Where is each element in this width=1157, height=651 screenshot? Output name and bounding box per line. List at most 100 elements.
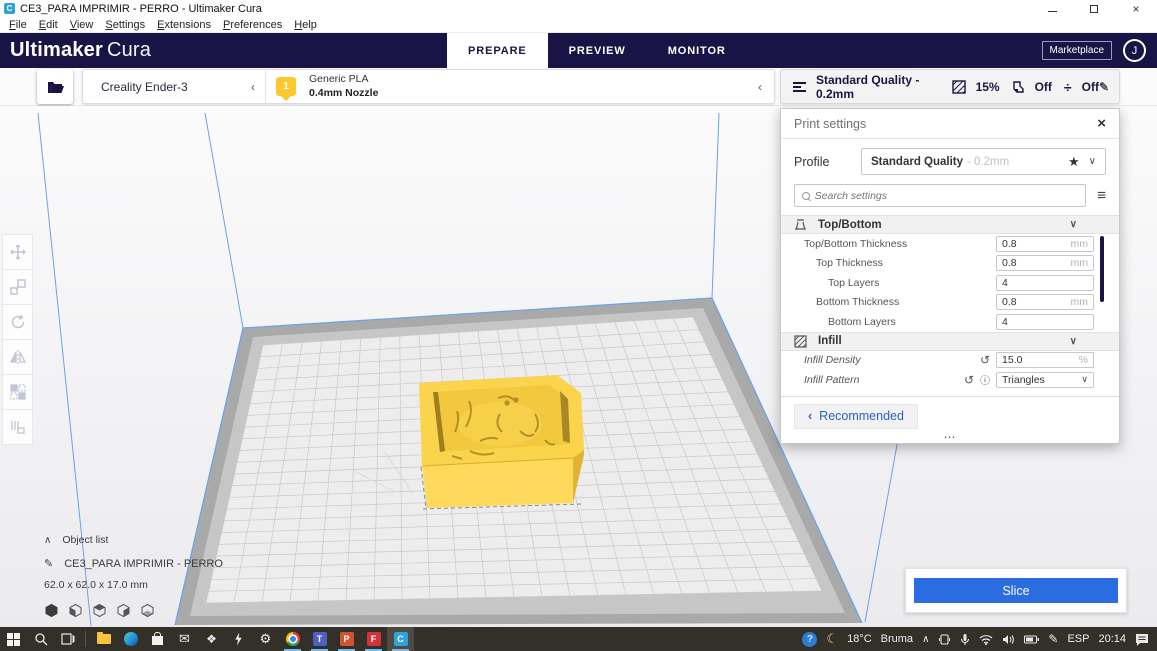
menu-item-preferences[interactable]: Preferences	[217, 19, 288, 31]
settings-scrollbar[interactable]	[1100, 236, 1104, 302]
tab-prepare[interactable]: PREPARE	[447, 33, 548, 68]
object-list-toggle[interactable]: ∧ Object list	[44, 534, 223, 546]
section-title: Infill	[818, 335, 842, 347]
setting-input[interactable]: 4	[996, 313, 1094, 330]
volume-icon[interactable]	[1002, 634, 1015, 645]
wifi-icon[interactable]	[979, 634, 993, 645]
tray-weather-condition[interactable]: Bruma	[881, 633, 913, 645]
move-tool-button[interactable]	[2, 234, 33, 270]
rotate-icon	[11, 314, 24, 329]
tab-monitor[interactable]: MONITOR	[647, 33, 747, 68]
setting-label: Top Thickness	[816, 257, 883, 270]
reset-icon[interactable]: ↺	[964, 373, 974, 387]
teams-button[interactable]: T	[306, 627, 333, 651]
minimize-button[interactable]	[1031, 0, 1073, 17]
chevron-down-icon: ∨	[1069, 219, 1077, 230]
account-avatar[interactable]: J	[1123, 39, 1146, 62]
battery-icon[interactable]	[1024, 635, 1040, 644]
support-blocker-button[interactable]	[2, 409, 33, 445]
profile-dropdown[interactable]: Standard Quality - 0.2mm ★ ∨	[861, 148, 1106, 175]
setting-dropdown[interactable]: Triangles ∨	[996, 371, 1094, 388]
chrome-button[interactable]	[279, 627, 306, 651]
start-button[interactable]	[0, 627, 27, 651]
settings-button[interactable]: ⚙	[252, 627, 279, 651]
window-title: CE3_PARA IMPRIMIR - PERRO - Ultimaker Cu…	[20, 2, 262, 15]
reset-icon[interactable]: ↺	[980, 353, 990, 367]
view-left-button[interactable]	[116, 603, 131, 618]
weather-moon-icon[interactable]: ☾	[826, 631, 838, 647]
taskbar-search-button[interactable]	[27, 627, 54, 651]
settings-search-box[interactable]	[794, 184, 1087, 207]
help-tray-icon[interactable]: ?	[802, 631, 818, 647]
object-list-item[interactable]: ✎ CE3_PARA IMPRIMIR - PERRO	[44, 557, 223, 571]
setting-input[interactable]: 0.8 mm	[996, 294, 1094, 311]
tray-temperature[interactable]: 18°C	[847, 633, 872, 645]
menu-item-view[interactable]: View	[64, 19, 100, 31]
tray-expand-icon[interactable]: ∧	[922, 634, 929, 645]
print-settings-title: Print settings	[794, 116, 867, 131]
view-right-button[interactable]	[140, 603, 155, 618]
setting-input[interactable]: 15.0%	[996, 352, 1094, 369]
scale-tool-button[interactable]	[2, 269, 33, 305]
f-app-button[interactable]: F	[360, 627, 387, 651]
language-indicator[interactable]: ESP	[1067, 633, 1089, 645]
menu-item-file[interactable]: File	[3, 19, 33, 31]
task-view-button[interactable]	[54, 627, 81, 651]
maximize-button[interactable]	[1073, 0, 1115, 17]
section-infill[interactable]: Infill ∨	[781, 331, 1119, 351]
printer-selector[interactable]: Creality Ender-3 ‹	[83, 70, 266, 103]
microphone-icon[interactable]	[960, 633, 970, 646]
app-header: Ultimaker Cura PREPARE PREVIEW MONITOR Ma…	[0, 33, 1157, 68]
section-top-bottom[interactable]: Top/Bottom ∨	[781, 215, 1119, 234]
print-setup-summary[interactable]: Standard Quality - 0.2mm 15% Off ÷ Off ✎	[780, 69, 1120, 104]
marketplace-button[interactable]: Marketplace	[1041, 41, 1112, 60]
microsoft-store-button[interactable]	[144, 627, 171, 651]
object-list-label: Object list	[62, 534, 109, 546]
close-icon: ×	[1132, 1, 1140, 16]
view-front-button[interactable]	[68, 603, 83, 618]
profile-label: Profile	[794, 154, 830, 169]
utility-button[interactable]	[225, 627, 252, 651]
action-center-icon[interactable]	[1135, 633, 1149, 646]
close-panel-icon[interactable]: ×	[1097, 115, 1106, 132]
clock[interactable]: 20:14	[1098, 633, 1126, 645]
material-selector[interactable]: 1 Generic PLA 0.4mm Nozzle ‹	[266, 70, 774, 103]
menu-item-extensions[interactable]: Extensions	[151, 19, 217, 31]
settings-menu-icon[interactable]: ≡	[1097, 187, 1106, 204]
windows-ink-icon[interactable]: ✎	[1048, 632, 1058, 646]
edit-setup-pencil-icon[interactable]: ✎	[1099, 80, 1109, 94]
move-icon	[9, 244, 26, 260]
recommended-button[interactable]: ‹ Recommended	[794, 403, 918, 429]
mirror-tool-button[interactable]	[2, 339, 33, 375]
menu-item-edit[interactable]: Edit	[33, 19, 64, 31]
view-3d-button[interactable]	[44, 603, 59, 618]
view-top-button[interactable]	[92, 603, 107, 618]
model[interactable]	[419, 375, 584, 508]
tab-preview[interactable]: PREVIEW	[548, 33, 647, 68]
dropbox-button[interactable]: ❖	[198, 627, 225, 651]
rotate-tool-button[interactable]	[2, 304, 33, 340]
menu-item-settings[interactable]: Settings	[99, 19, 151, 31]
windows-logo-icon	[7, 632, 20, 646]
info-icon[interactable]: ⓘ	[980, 372, 990, 387]
close-button[interactable]: ×	[1115, 0, 1157, 17]
slice-button[interactable]: Slice	[914, 578, 1118, 603]
panel-resize-handle[interactable]: ⋯	[781, 431, 1119, 443]
setting-row-infill-density: Infill Density ↺ 15.0%	[781, 351, 1119, 371]
mail-button[interactable]: ✉	[171, 627, 198, 651]
file-explorer-button[interactable]	[90, 627, 117, 651]
your-phone-icon[interactable]	[938, 633, 951, 646]
cura-taskbar-button[interactable]: C	[387, 627, 414, 651]
edge-button[interactable]	[117, 627, 144, 651]
object-list-area: ∧ Object list ✎ CE3_PARA IMPRIMIR - PERR…	[44, 534, 223, 618]
open-file-button[interactable]	[37, 69, 73, 104]
setting-label: Top/Bottom Thickness	[804, 237, 908, 250]
setting-input[interactable]: 4	[996, 274, 1094, 291]
menu-item-help[interactable]: Help	[288, 19, 323, 31]
powerpoint-button[interactable]: P	[333, 627, 360, 651]
per-model-settings-button[interactable]	[2, 374, 33, 410]
settings-search-input[interactable]	[814, 189, 1079, 202]
setting-input[interactable]: 0.8 mm	[996, 235, 1094, 252]
stage-tabs: PREPARE PREVIEW MONITOR	[447, 33, 747, 68]
setting-input[interactable]: 0.8 mm	[996, 255, 1094, 272]
